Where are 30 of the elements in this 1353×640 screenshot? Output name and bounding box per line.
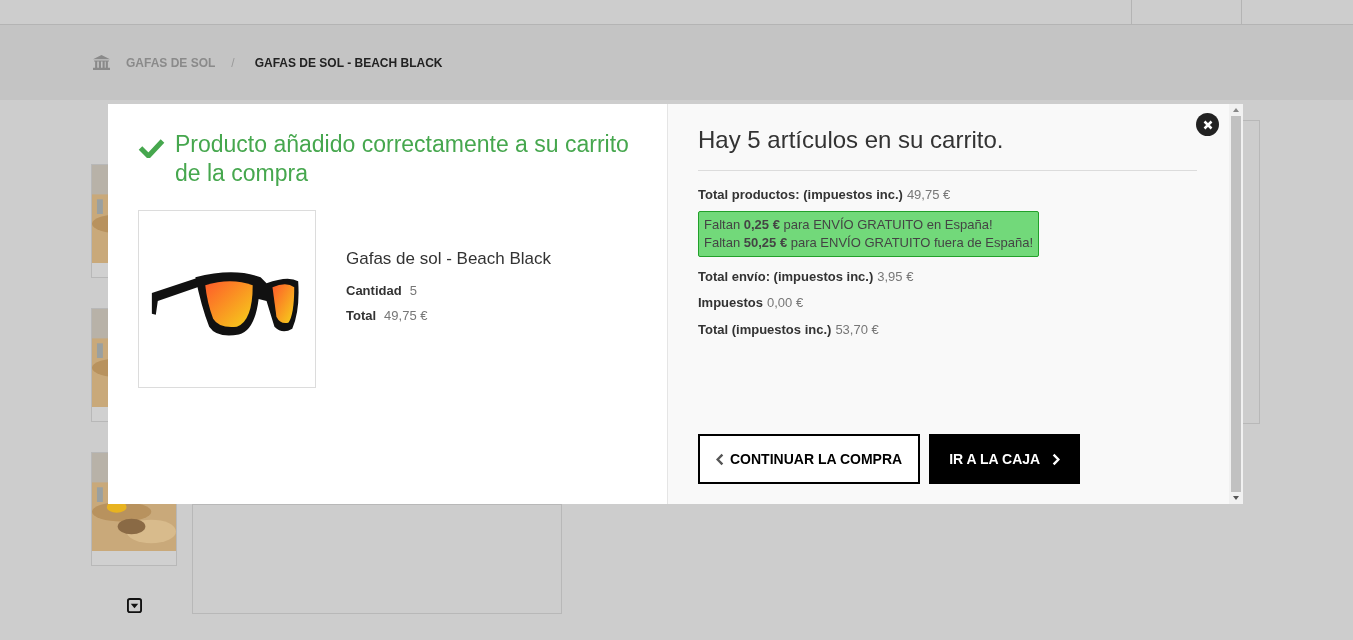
scroll-down-icon[interactable] [1233, 496, 1239, 500]
detail-value: 5 [409, 281, 417, 300]
cart-heading: Hay 5 artículos en su carrito. [698, 122, 1197, 171]
summary-value: 0,00 € [767, 294, 804, 312]
breadcrumb-link[interactable]: GAFAS DE SOL - BEACH BLACK [254, 53, 443, 72]
summary-value: 3,95 € [877, 267, 914, 286]
scroll-down-icon[interactable] [126, 598, 142, 613]
breadcrumb-separator: / [231, 54, 235, 72]
summary-label: Impuestos [698, 294, 763, 312]
summary-label: Total productos: (impuestos inc.) [698, 186, 903, 204]
notice-text: Faltan 50,25 € para ENVÍO GRATUITO fuera de España! [704, 233, 1034, 252]
chevron-left-icon [716, 452, 724, 466]
continue-shopping-button[interactable]: CONTINUAR LA COMPRA [698, 434, 921, 484]
checkout-button[interactable]: IR A LA CAJA [929, 434, 1081, 484]
notice-text: Faltan 0,25 € para ENVÍO GRATUITO en España! [704, 215, 994, 234]
summary-value: 49,75 € [906, 186, 951, 204]
detail-value: 49,75 € [384, 307, 428, 325]
summary-label: Total envío: (impuestos inc.) [698, 267, 874, 286]
checkmark-icon [138, 138, 165, 158]
success-message: Producto añadido correctamente a su carrito de la compra [175, 130, 630, 188]
summary-label: Total (impuestos inc.) [698, 320, 832, 339]
chevron-right-icon [1052, 452, 1061, 466]
close-button[interactable] [1196, 113, 1219, 136]
detail-label: Cantidad [346, 281, 402, 300]
product-name: Gafas de sol - Beach Black [346, 248, 552, 270]
summary-value: 53,70 € [835, 320, 879, 339]
detail-label: Total [346, 307, 377, 325]
scroll-up-icon[interactable] [1233, 108, 1239, 112]
close-icon [1202, 119, 1213, 130]
scrollbar[interactable] [1229, 104, 1243, 504]
